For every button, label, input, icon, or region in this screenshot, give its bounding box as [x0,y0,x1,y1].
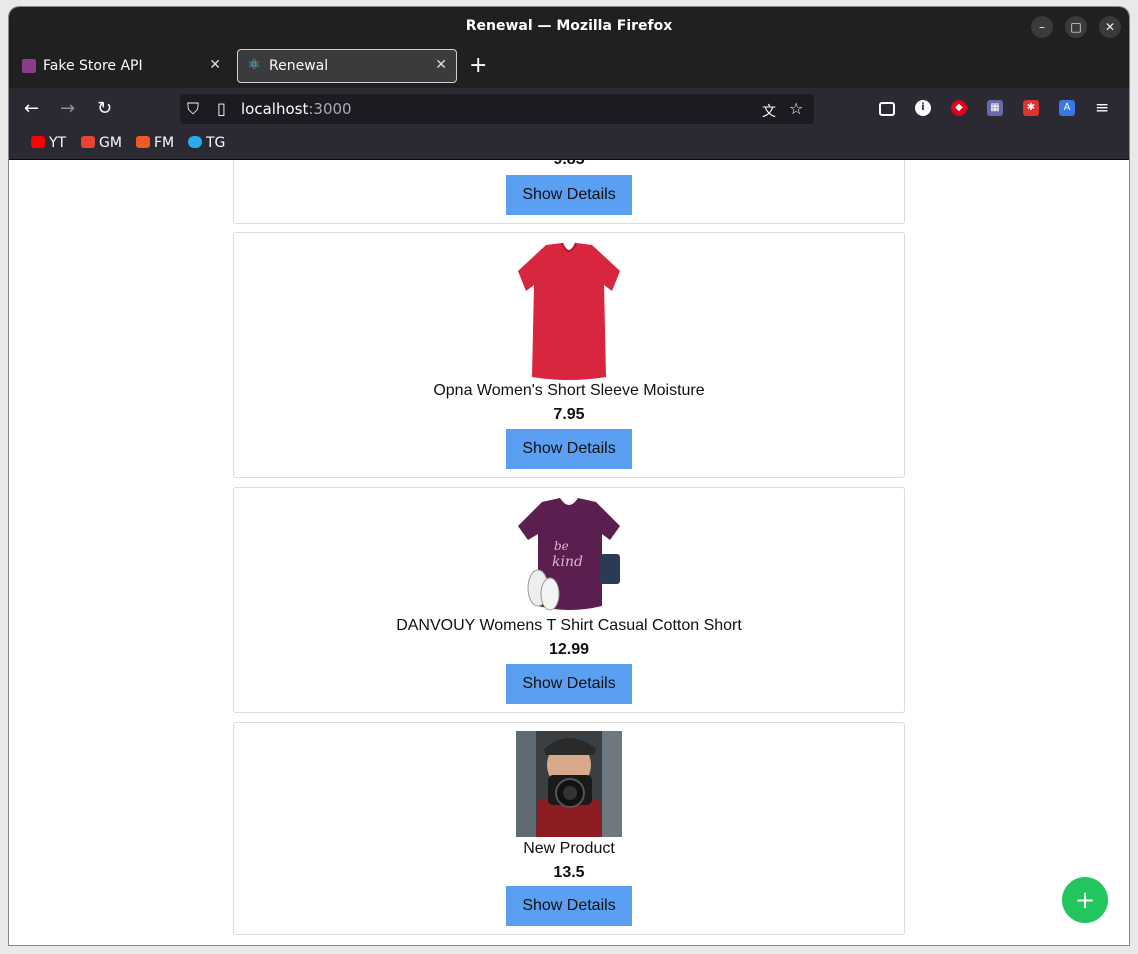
red-tshirt-image [518,242,620,380]
svg-text:kind: kind [552,554,583,570]
extension-icon[interactable]: ✱ [1023,100,1039,116]
bookmark-fm[interactable]: FM [136,135,174,151]
bookmark-gm[interactable]: GM [81,135,122,151]
new-tab-icon[interactable]: + [469,53,487,78]
forward-icon[interactable]: → [60,98,75,119]
product-name: DANVOUY Womens T Shirt Casual Cotton Sho… [396,617,742,634]
photographer-image [516,731,622,837]
ublock-icon[interactable]: ◆ [951,100,967,116]
product-name: New Product [523,840,615,857]
window-title: Renewal — Mozilla Firefox [465,18,673,34]
bookmark-yt[interactable]: YT [31,135,66,151]
tab-renewal[interactable]: ⚛ Renewal ✕ [237,49,457,83]
show-details-button[interactable]: Show Details [506,664,632,704]
page-icon: ▯ [217,99,226,118]
reload-icon[interactable]: ↻ [97,98,112,119]
title-bar: Renewal — Mozilla Firefox – □ ✕ [9,7,1129,47]
telegram-icon [188,136,202,148]
browser-window: Renewal — Mozilla Firefox – □ ✕ Fake Sto… [9,7,1129,945]
extension-icon[interactable]: ▦ [987,100,1003,116]
shield-icon[interactable]: ⛉ [187,99,199,119]
product-card: 9.85 Show Details [233,160,905,224]
product-name: Opna Women's Short Sleeve Moisture [433,382,705,399]
fm-icon [136,136,150,148]
product-card: New Product 13.5 Show Details [233,722,905,935]
product-card: Opna Women's Short Sleeve Moisture 7.95 … [233,232,905,478]
bookmarks-bar: YT GM FM TG [9,130,1129,160]
product-card: be kind DANVOUY Womens T Shirt Casual Co… [233,487,905,713]
navigation-bar: ← → ↻ ⛉ ▯ localhost:3000 文 ☆ i ◆ ▦ ✱ A ≡ [9,88,1129,130]
bookmark-tg[interactable]: TG [188,135,225,151]
menu-icon[interactable]: ≡ [1095,98,1109,118]
close-window-icon[interactable]: ✕ [1099,16,1121,38]
minimize-icon[interactable]: – [1031,16,1053,38]
tab-label: Renewal [269,58,329,74]
url-text[interactable]: localhost:3000 [241,100,352,118]
url-bar[interactable]: ⛉ ▯ localhost:3000 文 ☆ [180,94,814,124]
product-price: 13.5 [553,864,585,881]
page-content: 9.85 Show Details Opna Women's Short Sle… [9,160,1129,945]
pocket-icon[interactable] [879,102,895,116]
product-price: 7.95 [553,406,585,423]
gmail-icon [81,136,95,148]
bookmark-star-icon[interactable]: ☆ [789,99,803,118]
tab-label: Fake Store API [43,58,143,74]
show-details-button[interactable]: Show Details [506,886,632,926]
info-extension-icon[interactable]: i [915,100,931,116]
show-details-button[interactable]: Show Details [506,429,632,469]
close-tab-icon[interactable]: ✕ [435,57,447,73]
add-product-button[interactable]: + [1062,877,1108,923]
translate-extension-icon[interactable]: A [1059,100,1075,116]
product-price: 9.85 [234,160,904,169]
tab-bar: Fake Store API ✕ ⚛ Renewal ✕ + [9,47,1129,88]
purple-tshirt-image: be kind [518,498,620,611]
youtube-icon [31,136,45,148]
tab-fake-store-api[interactable]: Fake Store API ✕ [11,49,231,83]
show-details-button[interactable]: Show Details [506,175,632,215]
product-price: 12.99 [548,641,590,658]
svg-text:be: be [554,539,569,553]
react-favicon-icon: ⚛ [248,57,261,73]
maximize-icon[interactable]: □ [1065,16,1087,38]
back-icon[interactable]: ← [24,98,39,119]
translate-icon[interactable]: 文 [762,101,776,121]
fake-store-favicon-icon [22,59,36,73]
close-tab-icon[interactable]: ✕ [209,57,221,73]
